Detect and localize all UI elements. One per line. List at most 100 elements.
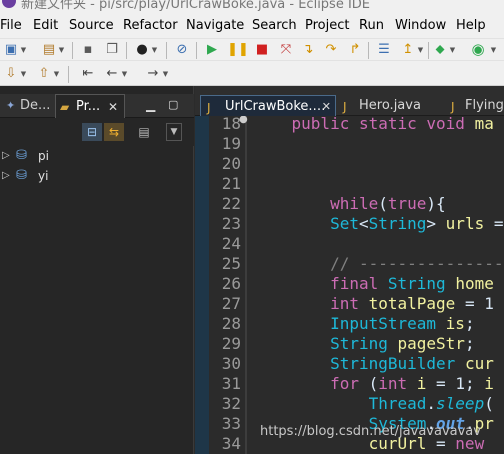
- fold-icon[interactable]: ●: [239, 116, 248, 125]
- window-title: 新建文件夹 - pi/src/play/UrlCrawBoke.java - E…: [21, 0, 371, 12]
- collapse-all-icon[interactable]: ⊟: [82, 123, 102, 141]
- line-number: 22: [221, 194, 241, 213]
- code-editor[interactable]: 18 ● public static void ma 19 20 21 22 w…: [195, 116, 504, 454]
- debug-icon[interactable]: ⬥: [432, 42, 448, 58]
- next-annotation-dropdown-icon[interactable]: ▼: [20, 66, 27, 82]
- debug-dropdown-icon[interactable]: ▼: [449, 42, 456, 58]
- tree-item-label: pi: [38, 149, 49, 163]
- folder-icon: ▰: [60, 100, 70, 114]
- profile-dropdown-icon[interactable]: ▼: [151, 42, 158, 58]
- previous-annotation-dropdown-icon[interactable]: ▼: [53, 66, 60, 82]
- maximize-icon[interactable]: ▢: [168, 94, 180, 118]
- open-dropdown-icon[interactable]: ▼: [58, 42, 65, 58]
- close-tab-icon[interactable]: ✕: [108, 95, 118, 119]
- line-number: 26: [221, 274, 241, 293]
- filters-icon[interactable]: ▤: [134, 123, 154, 141]
- menu-project[interactable]: Project: [305, 18, 349, 33]
- view-menu-icon[interactable]: ▼: [166, 123, 182, 141]
- code-line: // ----------------: [253, 254, 504, 273]
- new-dropdown-icon[interactable]: ▼: [20, 42, 27, 58]
- code-line: int totalPage = 1: [330, 294, 494, 313]
- tree-item-label: yi: [38, 169, 49, 183]
- tab-label: UrlCrawBoke.…: [225, 99, 326, 114]
- line-number: 23: [221, 214, 241, 233]
- eclipse-logo-icon: [2, 0, 16, 8]
- code-line: while(true){: [330, 194, 446, 213]
- line-number: 34: [221, 434, 241, 453]
- menu-edit[interactable]: Edit: [33, 18, 58, 33]
- line-number: 25: [221, 254, 241, 273]
- save-all-icon[interactable]: ❐: [104, 42, 120, 58]
- run-icon[interactable]: ◉: [470, 41, 486, 57]
- step-filters-dropdown-icon[interactable]: ▼: [417, 42, 424, 58]
- menu-refactor[interactable]: Refactor: [123, 18, 178, 33]
- secondary-toolbar: ⇩ ▼ ⇧ ▼ ⇤ ← ▼ → ▼: [0, 60, 504, 86]
- code-line: final String home: [330, 274, 494, 293]
- suspend-icon[interactable]: ❚❚: [227, 42, 249, 58]
- line-number: 19: [221, 134, 241, 153]
- java-project-icon: ⛁: [16, 148, 27, 163]
- tab-debug[interactable]: ✦ De...: [4, 94, 52, 118]
- line-number: 33: [221, 414, 241, 433]
- run-dropdown-icon[interactable]: ▼: [490, 42, 497, 58]
- line-number: 31: [221, 374, 241, 393]
- use-step-filters-icon[interactable]: ↥: [400, 42, 416, 58]
- tab-label: FlyingO: [465, 98, 504, 113]
- line-number: 27: [221, 294, 241, 313]
- editor-tab-bar: J UrlCrawBoke.… ✕ J Hero.java J FlyingO: [195, 86, 504, 119]
- save-icon[interactable]: ▪: [80, 42, 96, 58]
- back-icon[interactable]: ←: [104, 66, 120, 82]
- link-with-editor-icon[interactable]: ⇆: [104, 123, 124, 141]
- skip-breakpoints-icon[interactable]: ⊘: [174, 42, 190, 58]
- tab-project-explorer[interactable]: ▰ Pr... ✕: [55, 94, 125, 118]
- menu-source[interactable]: Source: [69, 18, 114, 33]
- menu-window[interactable]: Window: [395, 18, 446, 33]
- forward-dropdown-icon[interactable]: ▼: [162, 66, 169, 82]
- open-type-icon[interactable]: ▤: [41, 42, 57, 58]
- watermark: https://blog.csdn.net/javavavavav: [260, 424, 481, 439]
- resume-icon[interactable]: ▶: [204, 42, 220, 58]
- line-number: 21: [221, 174, 241, 193]
- forward-icon[interactable]: →: [145, 66, 161, 82]
- annotation-ruler: [195, 116, 209, 454]
- last-edit-location-icon[interactable]: ⇤: [80, 66, 96, 82]
- minimize-icon[interactable]: ▁: [146, 94, 158, 118]
- tree-item-pi[interactable]: ▷ ⛁ pi: [0, 146, 194, 166]
- disconnect-icon[interactable]: ⤧: [278, 42, 294, 58]
- menu-bar: File Edit Source Refactor Navigate Searc…: [0, 14, 504, 38]
- back-dropdown-icon[interactable]: ▼: [121, 66, 128, 82]
- line-number: 24: [221, 234, 241, 253]
- line-number: 32: [221, 394, 241, 413]
- menu-file[interactable]: File: [0, 18, 22, 33]
- terminate-icon[interactable]: ■: [254, 42, 270, 58]
- code-line: for (int i = 1; i: [330, 374, 494, 393]
- left-panel-tabs: ✦ De... ▰ Pr... ✕ ▁ ▢: [0, 94, 194, 118]
- menu-run[interactable]: Run: [359, 18, 384, 33]
- java-project-error-icon: ⛁: [16, 168, 27, 183]
- profile-icon[interactable]: ●: [134, 42, 150, 58]
- menu-help[interactable]: Help: [456, 18, 486, 33]
- code-line: public static void ma: [291, 116, 494, 133]
- previous-annotation-icon[interactable]: ⇧: [36, 66, 52, 82]
- close-tab-icon[interactable]: ✕: [322, 96, 331, 118]
- step-return-icon[interactable]: ↱: [347, 42, 363, 58]
- tab-debug-label: De...: [20, 98, 51, 113]
- code-line: StringBuilder cur: [330, 354, 494, 373]
- drop-to-frame-icon[interactable]: ☰: [376, 42, 392, 58]
- code-line: Set<String> urls =: [330, 214, 504, 233]
- step-over-icon[interactable]: ↷: [323, 42, 339, 58]
- java-file-icon: J: [451, 100, 455, 114]
- code-line: Thread.sleep(: [368, 394, 494, 413]
- expand-icon[interactable]: ▷: [2, 146, 10, 166]
- java-file-icon: J: [343, 100, 347, 114]
- menu-navigate[interactable]: Navigate: [186, 18, 244, 33]
- menu-search[interactable]: Search: [252, 18, 297, 33]
- tree-item-yi[interactable]: ▷ ⛁ yi: [0, 166, 194, 186]
- expand-icon[interactable]: ▷: [2, 166, 10, 186]
- step-into-icon[interactable]: ↴: [300, 42, 316, 58]
- tab-project-explorer-label: Pr...: [76, 99, 101, 114]
- code-line: InputStream is;: [330, 314, 475, 333]
- tab-label: Hero.java: [359, 98, 421, 113]
- new-icon[interactable]: ▣: [3, 42, 19, 58]
- next-annotation-icon[interactable]: ⇩: [3, 66, 19, 82]
